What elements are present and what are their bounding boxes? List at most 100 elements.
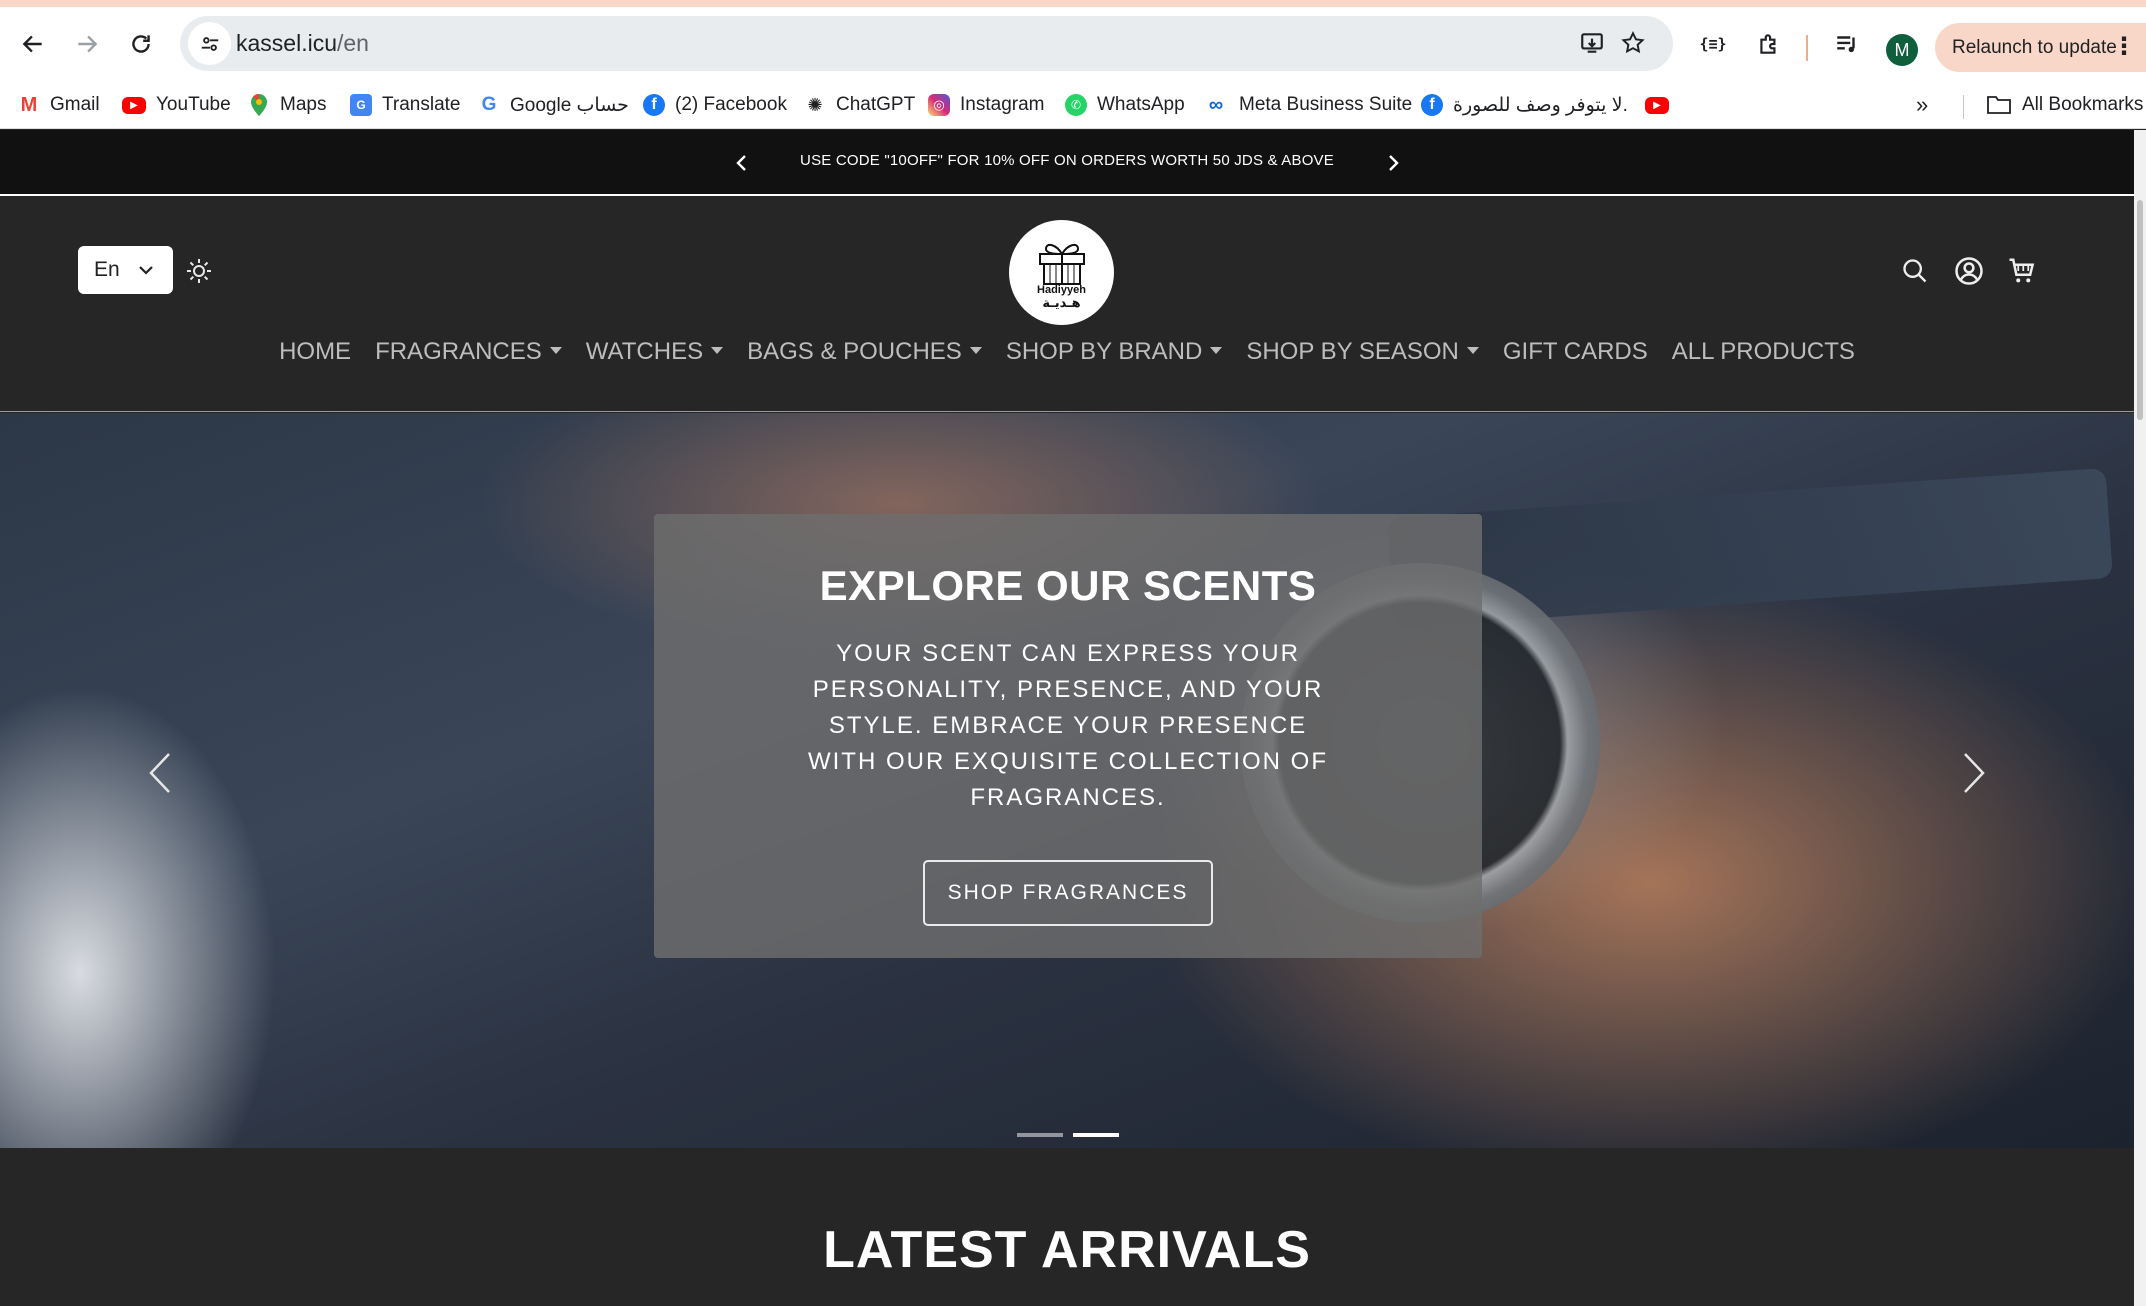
- shop-fragrances-button[interactable]: SHOP FRAGRANCES: [923, 860, 1213, 926]
- theme-toggle-button[interactable]: [184, 256, 214, 286]
- kebab-menu-icon[interactable]: ⋮: [2112, 33, 2136, 61]
- bookmark-label: Gmail: [50, 94, 100, 115]
- chrome-accent-bar: [0, 0, 2146, 7]
- url-text[interactable]: kassel.icu/en: [236, 30, 369, 57]
- nav-home[interactable]: HOME: [279, 338, 351, 366]
- bookmark-label: WhatsApp: [1097, 94, 1185, 115]
- whatsapp-icon: ✆: [1065, 94, 1087, 116]
- bookmark-chatgpt[interactable]: ✺ ChatGPT: [804, 81, 915, 129]
- address-bar[interactable]: kassel.icu/en: [180, 16, 1673, 71]
- nav-shop-by-season[interactable]: SHOP BY SEASON: [1246, 338, 1479, 366]
- star-icon: [1621, 31, 1645, 54]
- maps-icon: [248, 94, 270, 116]
- translate-icon: G: [350, 94, 372, 116]
- bookmark-facebook-arabic[interactable]: f لا يتوفر وصف للصورة.: [1421, 81, 1628, 129]
- nav-gift-cards[interactable]: GIFT CARDS: [1503, 338, 1648, 366]
- language-value: En: [94, 258, 120, 281]
- bookmark-youtube[interactable]: ▶ YouTube: [122, 81, 231, 129]
- gmail-icon: M: [18, 94, 40, 116]
- announcement-next-button[interactable]: [1378, 148, 1408, 178]
- logo-arabic-wordmark: هـديـة: [1042, 294, 1081, 310]
- folder-icon: [1987, 96, 2011, 114]
- nav-shop-by-brand[interactable]: SHOP BY BRAND: [1006, 338, 1223, 366]
- chevron-right-icon: [1964, 753, 1985, 793]
- meta-icon: ∞: [1203, 94, 1229, 116]
- logo-wordmark: Hadiyyeh: [1037, 283, 1086, 296]
- carousel-next-button[interactable]: [1954, 743, 1994, 803]
- chevron-left-icon: [149, 753, 170, 793]
- hero-description: YOUR SCENT CAN EXPRESS YOUR PERSONALITY,…: [807, 640, 1329, 811]
- extensions-button[interactable]: [1748, 23, 1790, 65]
- nav-label: SHOP BY SEASON: [1246, 338, 1459, 365]
- browser-toolbar: kassel.icu/en {≡} M Relaunch to update ⋮: [0, 7, 2146, 81]
- nav-bags-pouches[interactable]: BAGS & POUCHES: [747, 338, 982, 366]
- install-app-button[interactable]: [1575, 26, 1609, 60]
- bookmark-gmail[interactable]: M Gmail: [18, 81, 100, 129]
- gift-box-icon: [1038, 243, 1085, 285]
- bookmark-label: Maps: [280, 94, 327, 115]
- bookmark-facebook[interactable]: f (2) Facebook: [643, 81, 787, 129]
- bookmark-star-button[interactable]: [1616, 26, 1650, 60]
- bookmark-google-account[interactable]: G Google حساب: [478, 81, 629, 129]
- nav-label: WATCHES: [585, 338, 704, 365]
- relaunch-update-button[interactable]: Relaunch to update ⋮: [1935, 23, 2146, 72]
- bookmark-label: Translate: [382, 94, 461, 115]
- profile-avatar[interactable]: M: [1886, 34, 1918, 66]
- site-header: En Hadiyyeh هـديـة HOME FRAGRANCES WATCH…: [0, 198, 2134, 412]
- carousel-indicator-1[interactable]: [1017, 1133, 1063, 1137]
- scrollbar-thumb[interactable]: [2137, 200, 2143, 420]
- media-controls-button[interactable]: [1826, 23, 1868, 65]
- latest-arrivals-heading: LATEST ARRIVALS: [823, 1221, 1311, 1279]
- chevron-right-icon: [1389, 155, 1399, 171]
- reload-icon: [132, 35, 150, 53]
- bookmark-label: لا يتوفر وصف للصورة.: [1453, 94, 1628, 116]
- back-arrow-icon: [22, 35, 42, 53]
- forward-arrow-icon: [78, 35, 98, 53]
- carousel-prev-button[interactable]: [140, 743, 180, 803]
- bookmarks-separator: [1963, 95, 1964, 119]
- tune-icon: [201, 36, 218, 51]
- bookmark-label: (2) Facebook: [675, 94, 787, 115]
- site-logo[interactable]: Hadiyyeh هـديـة: [1009, 220, 1114, 325]
- announcement-bar: USE CODE "10OFF" FOR 10% OFF ON ORDERS W…: [0, 130, 2134, 196]
- announcement-text: USE CODE "10OFF" FOR 10% OFF ON ORDERS W…: [800, 152, 1334, 169]
- url-host: kassel.icu: [236, 30, 337, 56]
- nav-watches[interactable]: WATCHES: [585, 338, 724, 366]
- account-button[interactable]: [1952, 254, 1986, 288]
- reload-button[interactable]: [120, 23, 162, 65]
- cart-icon: [2009, 258, 2035, 283]
- extension-json-button[interactable]: {≡}: [1692, 23, 1734, 65]
- bookmark-meta-business-suite[interactable]: ∞ Meta Business Suite: [1203, 81, 1412, 129]
- bookmark-youtube-short[interactable]: ▶: [1645, 81, 1669, 129]
- sun-icon: [187, 259, 211, 283]
- google-icon: G: [478, 94, 500, 116]
- cart-button[interactable]: [2005, 254, 2039, 288]
- bookmark-whatsapp[interactable]: ✆ WhatsApp: [1065, 81, 1185, 129]
- language-select[interactable]: En: [78, 246, 173, 294]
- nav-label: ALL PRODUCTS: [1671, 338, 1855, 365]
- bookmarks-overflow-button[interactable]: »: [1916, 81, 1928, 129]
- forward-button[interactable]: [66, 23, 108, 65]
- page-scrollbar[interactable]: [2134, 130, 2146, 1306]
- chatgpt-icon: ✺: [804, 94, 826, 116]
- search-button[interactable]: [1898, 254, 1932, 288]
- nav-fragrances[interactable]: FRAGRANCES: [375, 338, 562, 366]
- bookmark-maps[interactable]: Maps: [248, 81, 326, 129]
- playlist-icon: [1837, 36, 1855, 53]
- all-bookmarks-button[interactable]: All Bookmarks: [1986, 81, 2143, 129]
- caret-down-icon: [711, 346, 724, 354]
- bookmark-instagram[interactable]: ◎ Instagram: [928, 81, 1044, 129]
- carousel-indicator-2[interactable]: [1073, 1133, 1119, 1137]
- install-icon: [1581, 33, 1603, 53]
- nav-all-products[interactable]: ALL PRODUCTS: [1672, 338, 1855, 366]
- toolbar-separator: [1806, 35, 1808, 61]
- url-path: /en: [336, 30, 369, 56]
- user-circle-icon: [1955, 257, 1983, 285]
- relaunch-label: Relaunch to update: [1952, 36, 2117, 58]
- bookmark-translate[interactable]: G Translate: [350, 81, 461, 129]
- hero-carousel: EXPLORE OUR SCENTS YOUR SCENT CAN EXPRES…: [0, 413, 2134, 1148]
- back-button[interactable]: [12, 23, 54, 65]
- nav-label: GIFT CARDS: [1502, 338, 1648, 365]
- carousel-indicators: [1017, 1133, 1119, 1137]
- site-info-button[interactable]: [188, 22, 231, 65]
